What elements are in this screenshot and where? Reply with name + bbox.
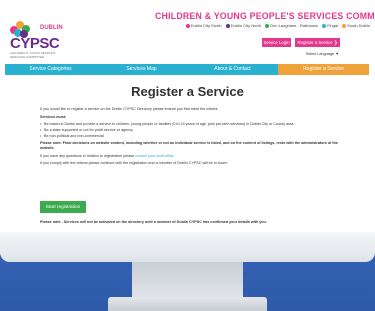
criteria-bullet: Be based in Dublin and provide a service… [40, 122, 344, 127]
nav-item-service-categories[interactable]: Service Categories [5, 64, 96, 75]
questions-text: If you have any questions in relation to… [40, 154, 340, 159]
browser-screen: DUBLIN CYPSC CHILDREN & YOUNG PEOPLE'S S… [0, 0, 375, 232]
monitor-chin [0, 232, 375, 262]
nav-item-register-service[interactable]: Register a Service [278, 64, 369, 75]
nav-item-about-contact[interactable]: About & Contact [187, 64, 278, 75]
services-must-label: Services must: [40, 115, 67, 119]
criteria-bullet: Be a state supported or not for profit s… [40, 128, 344, 133]
monitor-stand-neck [132, 262, 243, 300]
nav-item-services-map[interactable]: Services Map [96, 64, 187, 75]
service-login-button[interactable]: Service Login [262, 38, 291, 47]
region-dot-icon [342, 23, 347, 28]
criteria-bullet: Be non-political and non-commercial [40, 134, 344, 139]
monitor-frame: DUBLIN CYPSC CHILDREN & YOUNG PEOPLE'S S… [0, 0, 375, 262]
region-label[interactable]: Dublin City North [231, 23, 261, 28]
region-label[interactable]: Dún Laoghaire - Rathdown [270, 23, 318, 28]
intro-text: If you would like to register a service … [40, 107, 219, 111]
register-service-header-button[interactable]: Register a Service ❯ [295, 38, 340, 47]
logo-city: DUBLIN [40, 25, 63, 31]
logo-text: CYPSC [10, 35, 60, 52]
region-dot-icon [322, 23, 327, 28]
region-dot-icon [225, 23, 230, 28]
comply-text: If you comply with the criteria please c… [40, 161, 228, 165]
cypsc-logo[interactable]: DUBLIN CYPSC CHILDREN & YOUNG PEOPLE'S S… [10, 20, 65, 60]
region-list: Dublin City South Dublin City North Dún … [140, 23, 370, 28]
logo-subtext: CHILDREN & YOUNG PEOPLE'S SERVICES COMMI… [10, 51, 56, 59]
main-nav: Service Categories Services Map About & … [5, 64, 369, 75]
contact-office-link[interactable]: contact your local office. [135, 154, 175, 158]
monitor-stand-base [108, 297, 267, 311]
region-label[interactable]: Fingal [327, 23, 338, 28]
region-label[interactable]: South Dublin [347, 23, 370, 28]
start-registration-button[interactable]: Start registration [40, 201, 86, 213]
language-select[interactable]: Select Language ▼ [299, 51, 339, 58]
region-dot-icon [265, 23, 270, 28]
activation-note: Please note - Services will not be activ… [40, 220, 267, 224]
region-dot-icon [185, 23, 190, 28]
final-decision-note: Please note: Final decisions on website … [40, 141, 338, 150]
page-title: Register a Service [131, 84, 244, 99]
committee-title: CHILDREN & YOUNG PEOPLE'S SERVICES COMMI… [155, 11, 375, 21]
region-label[interactable]: Dublin City South [191, 23, 222, 28]
questions-prefix: If you have any questions in relation to… [40, 154, 136, 158]
